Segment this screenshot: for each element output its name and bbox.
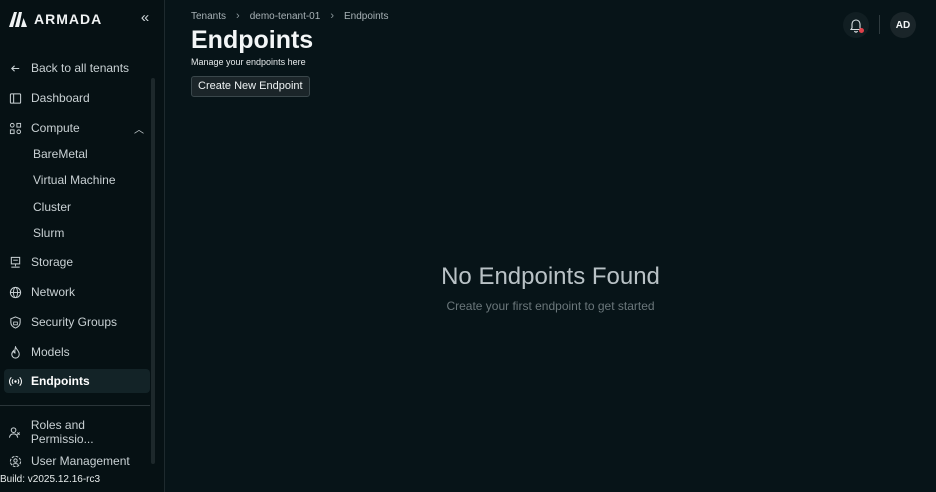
sidebar-item-cluster[interactable]: Cluster: [4, 195, 150, 219]
chevron-right-icon: ›: [330, 10, 334, 22]
sidebar-item-label: Network: [31, 285, 76, 299]
sidebar-item-label: Security Groups: [31, 315, 118, 329]
sidebar-item-virtual-machine[interactable]: Virtual Machine: [4, 168, 150, 192]
create-new-endpoint-button[interactable]: Create New Endpoint: [191, 76, 310, 97]
sidebar-item-user-management[interactable]: User Management: [4, 449, 150, 473]
page-subtitle: Manage your endpoints here: [191, 57, 306, 67]
nodes-icon: [8, 121, 22, 135]
sidebar: ARMADA « Back to all tenants Dashboard C…: [0, 0, 165, 492]
back-to-tenants-link[interactable]: Back to all tenants: [4, 56, 150, 80]
double-chevron-left-icon: «: [140, 9, 150, 26]
sidebar-item-label: Roles and Permissio...: [30, 418, 94, 446]
server-icon: [8, 255, 22, 269]
sidebar-item-security-groups[interactable]: Security Groups: [4, 310, 150, 334]
sidebar-item-label: Virtual Machine: [33, 173, 116, 187]
panel-icon: [8, 91, 22, 105]
collapse-sidebar-button[interactable]: «: [137, 10, 153, 26]
sidebar-item-label: Back to all tenants: [31, 61, 130, 75]
empty-state-subtitle: Create your first endpoint to get starte…: [446, 299, 655, 313]
armada-logo-icon: [9, 12, 27, 27]
empty-state-title: No Endpoints Found: [441, 263, 660, 290]
avatar[interactable]: AD: [890, 12, 916, 38]
shield-icon: [8, 315, 22, 329]
app-name: ARMADA: [34, 11, 103, 27]
sidebar-divider: [0, 405, 150, 406]
broadcast-icon: [8, 374, 22, 388]
breadcrumb-item-tenants[interactable]: Tenants: [191, 11, 226, 22]
sidebar-item-label: Endpoints: [31, 374, 90, 388]
globe-icon: [8, 285, 22, 299]
logo[interactable]: ARMADA: [8, 10, 102, 28]
notifications-button[interactable]: [843, 12, 869, 38]
breadcrumb: Tenants › demo-tenant-01 › Endpoints: [191, 10, 388, 22]
sidebar-scrollbar[interactable]: [151, 78, 155, 464]
sidebar-item-label: Compute: [31, 121, 80, 135]
sidebar-item-network[interactable]: Network: [4, 280, 150, 304]
sidebar-item-endpoints[interactable]: Endpoints: [4, 369, 150, 393]
sidebar-item-label: Models: [31, 345, 70, 359]
sidebar-item-slurm[interactable]: Slurm: [4, 221, 150, 245]
arrow-left-icon: [8, 61, 22, 75]
sidebar-item-storage[interactable]: Storage: [4, 250, 150, 274]
chevron-up-icon: ︿: [134, 124, 144, 136]
breadcrumb-item-tenant[interactable]: demo-tenant-01: [250, 11, 321, 22]
notification-dot: [859, 28, 864, 33]
users-icon: [8, 425, 22, 439]
sidebar-item-label: Cluster: [33, 200, 72, 214]
page-title: Endpoints: [191, 26, 314, 54]
sidebar-item-compute[interactable]: Compute ︿: [4, 116, 150, 140]
sidebar-item-baremetal[interactable]: BareMetal: [4, 142, 150, 166]
sidebar-item-label: User Management: [31, 454, 130, 468]
sidebar-item-label: Slurm: [33, 226, 65, 240]
chevron-right-icon: ›: [236, 10, 240, 22]
sidebar-item-roles-and-permissions[interactable]: Roles and Permissio...: [4, 418, 150, 446]
header-divider: [879, 15, 880, 34]
build-version: Build: v2025.12.16-rc3: [0, 474, 101, 485]
flame-icon: [8, 345, 22, 359]
sidebar-item-models[interactable]: Models: [4, 340, 150, 364]
sidebar-item-dashboard[interactable]: Dashboard: [4, 86, 150, 110]
sidebar-item-label: Storage: [31, 255, 74, 269]
sidebar-item-label: BareMetal: [33, 147, 88, 161]
user-gear-icon: [8, 454, 22, 468]
sidebar-item-label: Dashboard: [31, 91, 90, 105]
breadcrumb-item-current: Endpoints: [343, 10, 389, 22]
